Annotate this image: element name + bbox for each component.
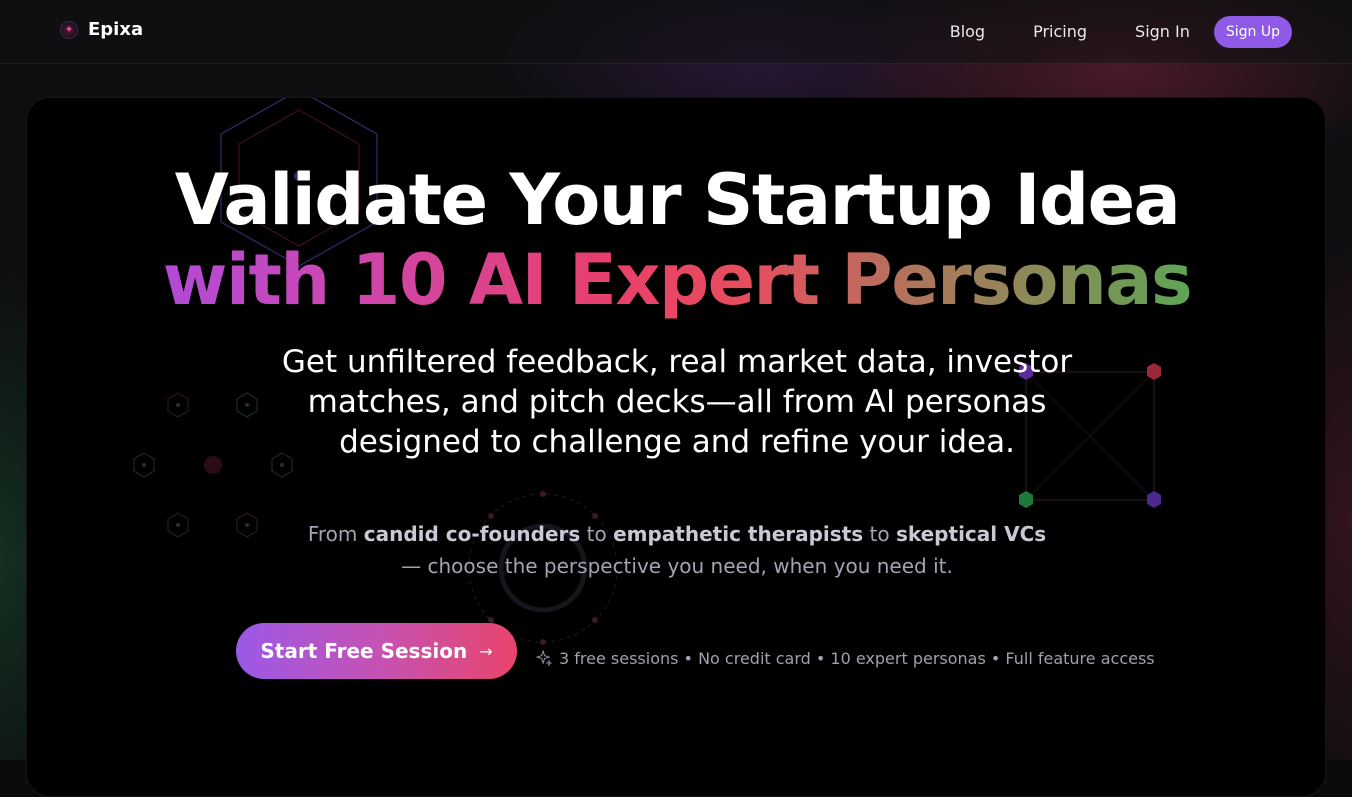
- start-free-session-button[interactable]: Start Free Session →: [236, 623, 517, 679]
- brand-name: Epixa: [88, 19, 144, 40]
- hero-card: Validate Your Startup Idea with 10 AI Ex…: [26, 97, 1326, 797]
- cta-note-text: 3 free sessions • No credit card • 10 ex…: [559, 648, 1155, 668]
- desc-highlight-therapists: empathetic therapists: [613, 522, 864, 546]
- arrow-right-icon: →: [479, 641, 493, 661]
- cta-label: Start Free Session: [260, 639, 468, 663]
- brand[interactable]: ✦ Epixa: [60, 19, 143, 40]
- hero-description: From candid co-founders to empathetic th…: [307, 518, 1047, 582]
- desc-highlight-vcs: skeptical VCs: [895, 522, 1047, 546]
- hero-subtitle: Get unfiltered feedback, real market dat…: [281, 344, 1073, 460]
- nav-blog-link[interactable]: Blog: [950, 16, 985, 48]
- nav-pricing-link[interactable]: Pricing: [1033, 16, 1087, 48]
- hero-title-line-2: with 10 AI Expert Personas: [27, 240, 1325, 320]
- nav-sign-in-link[interactable]: Sign In: [1135, 16, 1190, 48]
- hexagon-cluster-decoration: [133, 392, 293, 538]
- top-navbar: ✦ Epixa Blog Pricing Sign In Sign Up: [0, 0, 1352, 64]
- cta-note: 3 free sessions • No credit card • 10 ex…: [535, 646, 1155, 670]
- sparkle-logo-icon: ✦: [60, 20, 78, 39]
- desc-text: — choose the perspective you need, when …: [401, 554, 953, 578]
- desc-highlight-cofounders: candid co-founders: [363, 522, 581, 546]
- hero-title-line-1: Validate Your Startup Idea: [174, 159, 1181, 241]
- sparkle-icon: [536, 650, 553, 667]
- desc-text: to: [580, 522, 614, 546]
- sign-up-button[interactable]: Sign Up: [1213, 16, 1292, 48]
- desc-text: From: [307, 522, 364, 546]
- desc-text: to: [863, 522, 896, 546]
- nav-links: Blog Pricing Sign In Sign Up: [950, 16, 1292, 48]
